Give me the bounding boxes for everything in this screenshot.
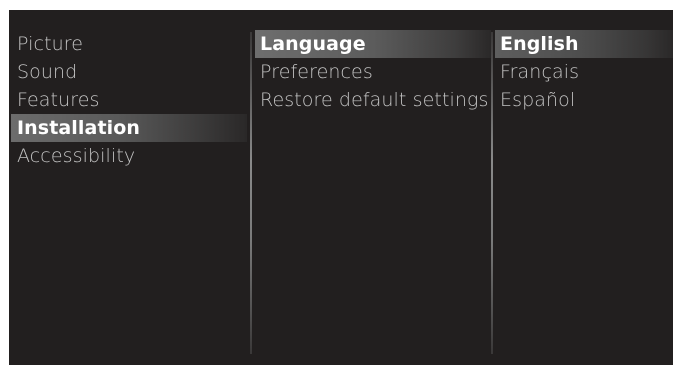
installation-submenu: Language Preferences Restore default set… (255, 30, 491, 114)
language-options: English Français Español (495, 30, 673, 114)
menu-item-features[interactable]: Features (11, 86, 247, 114)
language-option-english[interactable]: English (495, 30, 673, 58)
submenu-item-restore-default-settings[interactable]: Restore default settings (255, 86, 491, 114)
submenu-item-language[interactable]: Language (255, 30, 491, 58)
menu-item-sound[interactable]: Sound (11, 58, 247, 86)
submenu-item-preferences[interactable]: Preferences (255, 58, 491, 86)
menu-item-picture[interactable]: Picture (11, 30, 247, 58)
main-menu: Picture Sound Features Installation Acce… (11, 30, 247, 170)
language-option-francais[interactable]: Français (495, 58, 673, 86)
tv-menu-screen: Picture Sound Features Installation Acce… (9, 10, 673, 365)
menu-item-accessibility[interactable]: Accessibility (11, 142, 247, 170)
column-divider (491, 32, 493, 354)
language-option-espanol[interactable]: Español (495, 86, 673, 114)
column-divider (250, 32, 252, 354)
menu-item-installation[interactable]: Installation (11, 114, 247, 142)
